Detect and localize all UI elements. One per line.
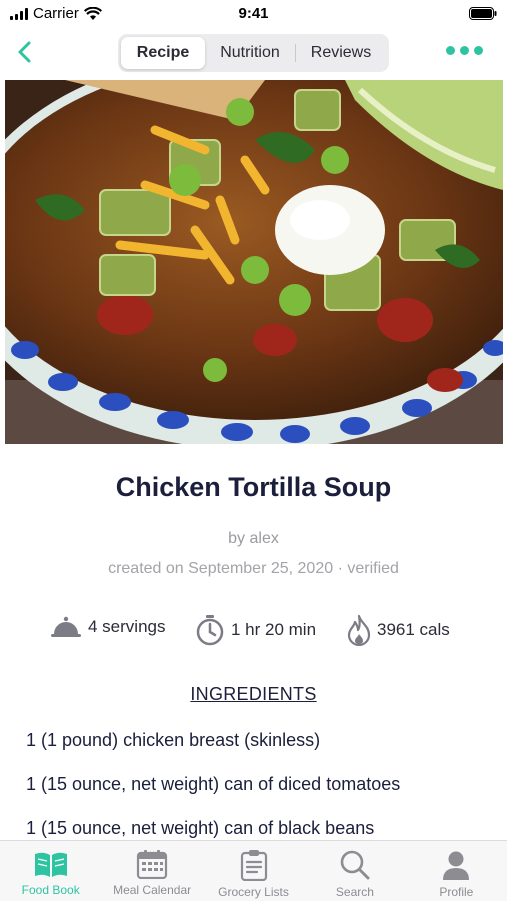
tab-search[interactable]: Search xyxy=(304,841,405,901)
recipe-title: Chicken Tortilla Soup xyxy=(115,472,392,502)
tab-search-label: Search xyxy=(335,885,374,899)
chevron-left-icon xyxy=(18,41,31,63)
tab-nutrition[interactable]: Nutrition xyxy=(205,37,295,69)
tab-profile-label: Profile xyxy=(439,885,474,899)
calendar-icon xyxy=(137,850,168,879)
tab-recipe[interactable]: Recipe xyxy=(121,37,205,69)
serving-bell-icon xyxy=(51,616,81,637)
tab-reviews[interactable]: Reviews xyxy=(296,37,386,69)
tab-grocery-lists-label: Grocery Lists xyxy=(218,885,289,899)
servings-stat: 4 servings xyxy=(50,614,165,640)
tab-grocery-lists[interactable]: Grocery Lists xyxy=(203,841,304,901)
servings-label: 4 servings xyxy=(88,617,166,636)
ingredient-item: 1 (15 ounce, net weight) can of diced to… xyxy=(26,774,401,794)
tab-meal-calendar-label: Meal Calendar xyxy=(113,883,192,897)
ellipsis-icon xyxy=(446,46,455,55)
tab-food-book[interactable]: Food Book xyxy=(0,841,101,901)
more-button[interactable] xyxy=(446,46,483,55)
tab-profile[interactable]: Profile xyxy=(406,841,507,901)
clipboard-icon xyxy=(240,850,267,881)
search-icon xyxy=(340,850,370,880)
segmented-control: Recipe Nutrition Reviews xyxy=(118,34,389,72)
recipe-author[interactable]: by alex xyxy=(0,530,507,548)
nav-bar: Recipe Nutrition Reviews xyxy=(0,30,507,74)
back-button[interactable] xyxy=(12,36,40,68)
battery-icon xyxy=(469,7,497,24)
stopwatch-icon xyxy=(196,615,224,646)
status-time: 9:41 xyxy=(238,5,269,22)
ingredient-item: 1 (15 ounce, net weight) can of black be… xyxy=(26,818,375,838)
time-label: 1 hr 20 min xyxy=(231,620,317,639)
recipe-created: created on September 25, 2020 · verified xyxy=(108,560,399,577)
ingredient-item: 1 (1 pound) chicken breast (skinless) xyxy=(26,730,321,750)
ingredients-heading: INGREDIENTS xyxy=(190,684,317,704)
recipe-photo xyxy=(5,80,503,444)
recipe-stats: 4 servings 1 hr 20 min 3961 cals xyxy=(0,614,507,650)
status-bar: Carrier 9:41 xyxy=(0,0,507,28)
time-stat: 1 hr 20 min xyxy=(195,614,316,646)
tab-meal-calendar[interactable]: Meal Calendar xyxy=(101,841,202,901)
book-icon xyxy=(34,852,67,877)
calories-label: 3961 cals xyxy=(377,620,450,639)
person-icon xyxy=(443,851,470,880)
tab-bar: Food Book Meal Calendar Grocery Lists Se… xyxy=(0,840,507,901)
calories-stat: 3961 cals xyxy=(347,614,450,646)
tab-food-book-label: Food Book xyxy=(21,883,80,897)
flame-icon xyxy=(347,614,371,646)
